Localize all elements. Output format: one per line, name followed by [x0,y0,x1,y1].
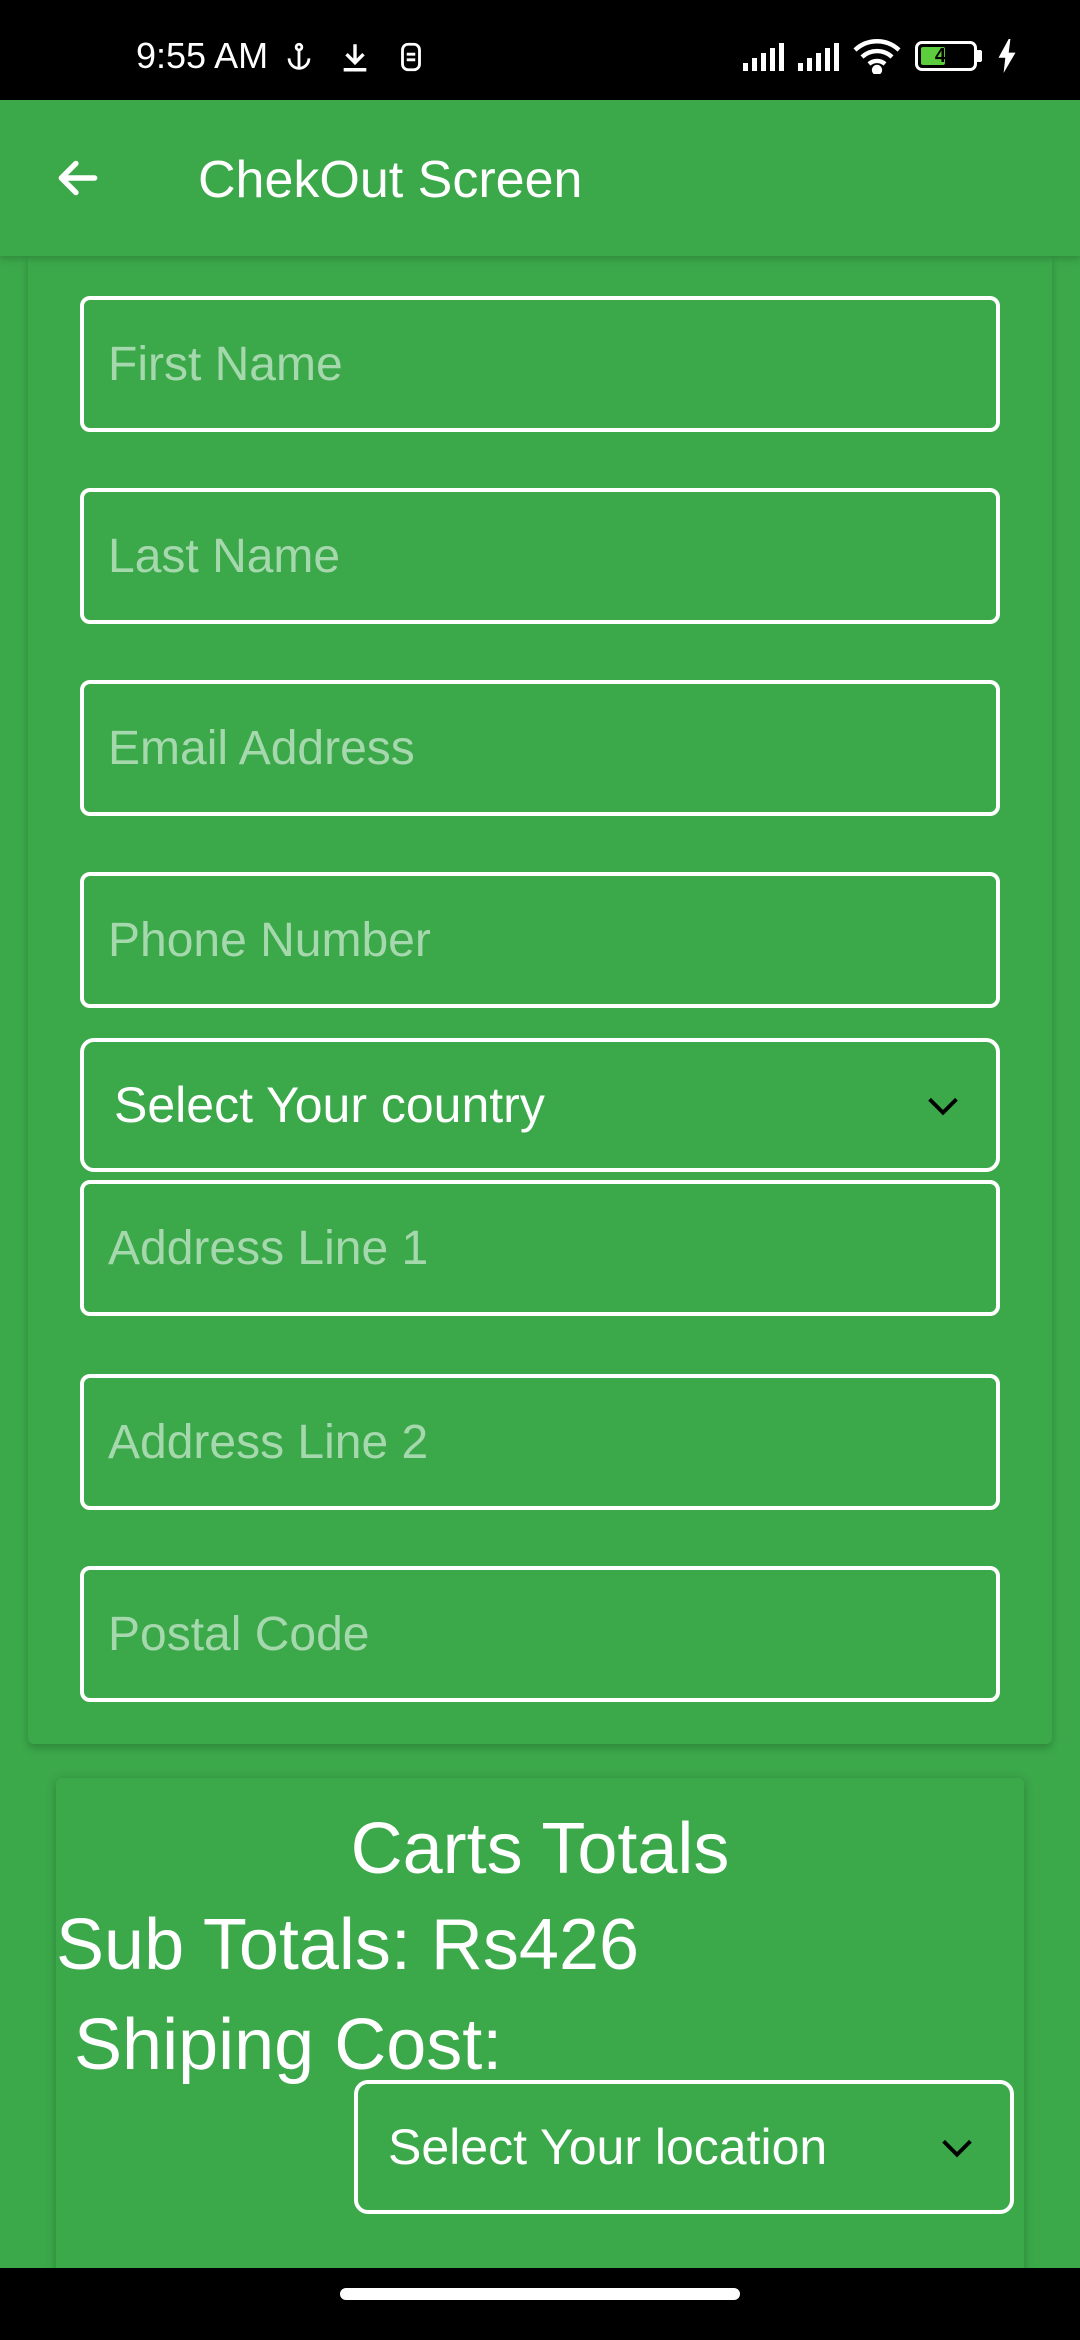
chevron-down-icon [942,2139,972,2158]
postal-code-input[interactable] [108,1606,996,1662]
signal-icon [743,41,784,71]
address-line-1-input[interactable] [108,1220,996,1276]
country-select-value: Select Your country [114,1077,545,1133]
phone-field[interactable] [80,872,1000,1008]
first-name-field[interactable] [80,296,1000,432]
chevron-down-icon [928,1097,958,1116]
checkout-content: Select Your country Carts Totals Sub Tot… [0,256,1080,2268]
download-icon [343,44,367,72]
signal-icon [798,41,839,71]
battery-level: 44 [934,44,958,67]
home-indicator[interactable] [340,2288,740,2300]
anchor-icon [287,42,311,70]
last-name-input[interactable] [108,528,996,584]
shipping-cost-label: Shiping Cost: [74,2005,503,2085]
status-notification-icons [282,40,428,74]
email-input[interactable] [108,720,996,776]
status-time: 9:55 AM [136,35,269,76]
email-field[interactable] [80,680,1000,816]
first-name-input[interactable] [108,336,996,392]
location-select-value: Select Your location [388,2119,828,2175]
subtotal-text: Sub Totals: Rs426 [56,1905,640,1985]
cart-totals-title: Carts Totals [350,1809,730,1889]
postal-code-field[interactable] [80,1566,1000,1702]
navigation-bar [0,2268,1080,2340]
app-bar: ChekOut Screen [0,100,1080,256]
page-title: ChekOut Screen [198,151,583,209]
address-line-2-field[interactable] [80,1374,1000,1510]
battery-icon: 44 [915,41,982,71]
address-line-2-input[interactable] [108,1414,996,1470]
cart-totals-card: Carts Totals Sub Totals: Rs426 Shiping C… [56,1778,1024,2268]
wifi-icon [853,39,901,74]
arrow-left-icon [58,160,98,196]
status-bar: 9:55 AM 44 [0,0,1080,100]
phone-input[interactable] [108,912,996,968]
checkout-form: Select Your country [28,256,1052,1744]
back-button[interactable] [46,146,110,210]
address-line-1-field[interactable] [80,1180,1000,1316]
shield-icon [401,42,421,72]
location-select[interactable]: Select Your location [354,2080,1014,2214]
country-select[interactable]: Select Your country [80,1038,1000,1172]
last-name-field[interactable] [80,488,1000,624]
charging-icon [998,39,1016,73]
status-system-icons: 44 [743,38,1018,74]
